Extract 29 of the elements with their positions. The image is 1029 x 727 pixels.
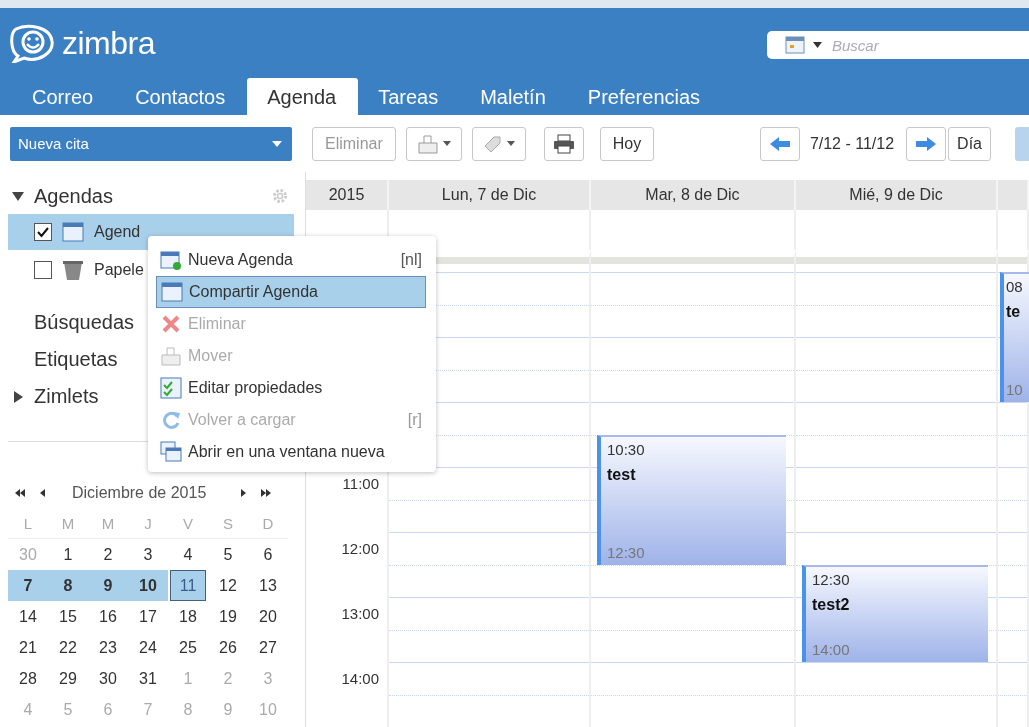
- start-time: 08: [1006, 278, 1024, 295]
- day-header: Lun, 7 de Dic: [389, 180, 591, 210]
- appointment-title: test2: [812, 595, 851, 614]
- weekday-label: L: [8, 508, 48, 539]
- end-time: 10: [1006, 381, 1024, 398]
- month-title: Diciembre de 2015: [72, 484, 207, 502]
- appointment-title: test: [607, 465, 637, 484]
- end-time: 14:00: [812, 641, 851, 658]
- year-header: 2015: [306, 180, 389, 210]
- weekday-label: V: [168, 508, 208, 539]
- logo-text: zimbra: [62, 24, 155, 62]
- day-header: Mié, 9 de Dic: [796, 180, 998, 210]
- start-time: 10:30: [607, 440, 646, 458]
- date-range: 7/12 - 11/12: [809, 134, 895, 153]
- day-header: Mar, 8 de Dic: [591, 180, 796, 210]
- weekday-label: S: [208, 508, 248, 539]
- hour-label: 14:00: [341, 670, 379, 687]
- start-time: 12:30: [812, 570, 851, 588]
- shortcut-label: [nl]: [400, 251, 422, 269]
- hour-label: 12:00: [341, 540, 379, 557]
- end-time: 12:30: [607, 543, 646, 561]
- weekday-label: M: [48, 508, 88, 539]
- appointment-title: te: [1006, 303, 1022, 321]
- weekday-label: J: [128, 508, 168, 539]
- weekday-label: M: [88, 508, 128, 539]
- hour-label: 11:00: [342, 475, 379, 492]
- weekday-label: D: [248, 508, 288, 539]
- hour-label: 13:00: [341, 605, 379, 622]
- shortcut-label: [r]: [407, 411, 422, 429]
